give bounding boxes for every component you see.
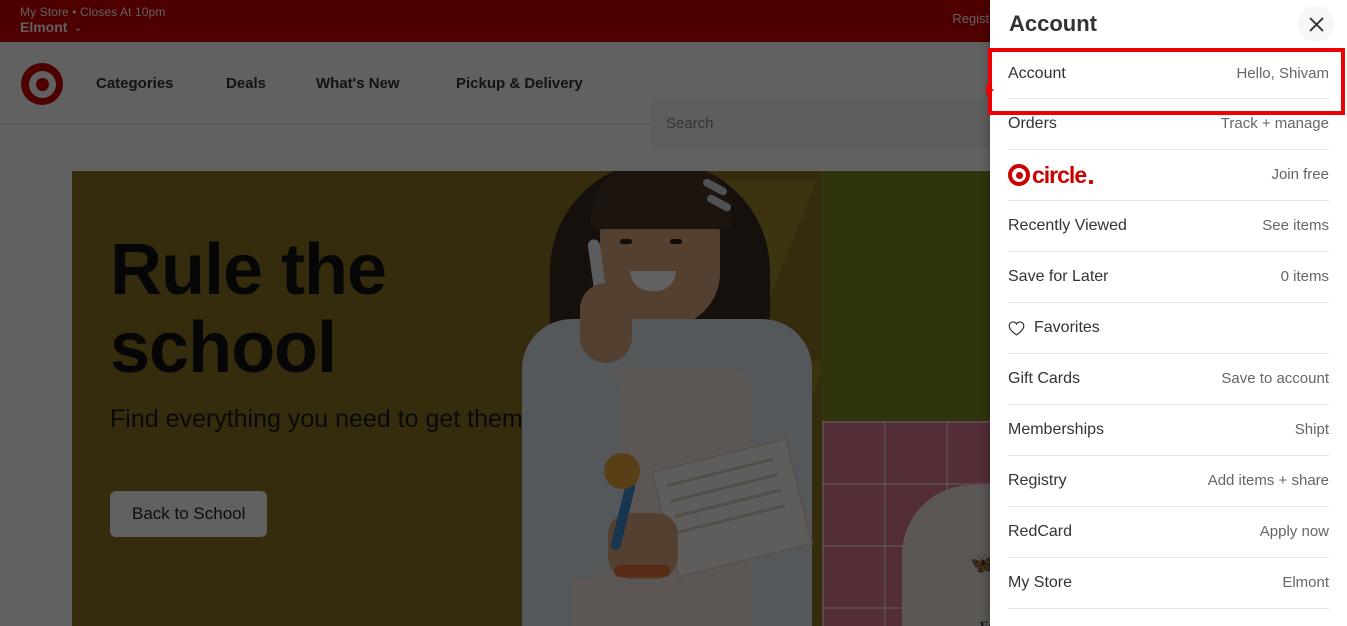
account-menu-row-value: 0 items bbox=[1280, 268, 1329, 285]
account-menu-row-label: Account bbox=[1008, 63, 1066, 85]
target-bullseye-logo-icon[interactable] bbox=[21, 63, 63, 105]
account-menu-row-memberships[interactable]: Memberships Shipt bbox=[1008, 405, 1329, 456]
account-menu-row-label: RedCard bbox=[1008, 521, 1072, 543]
bracelet-prop bbox=[614, 565, 670, 577]
logo-ring bbox=[28, 70, 56, 98]
logo-dot bbox=[35, 77, 49, 91]
account-menu-row-redcard[interactable]: RedCard Apply now bbox=[1008, 507, 1329, 558]
account-menu-row-orders[interactable]: Orders Track + manage bbox=[1008, 99, 1329, 150]
account-menu-row-value: Hello, Shivam bbox=[1236, 64, 1329, 82]
store-name-label: Elmont bbox=[20, 19, 68, 35]
nav-link-deals[interactable]: Deals bbox=[226, 74, 316, 94]
account-menu-row-text: Registry bbox=[1008, 472, 1067, 489]
circle-logo-mark: circle bbox=[1008, 162, 1094, 188]
account-menu-row-text: Orders bbox=[1008, 115, 1057, 132]
close-x-icon bbox=[1309, 17, 1323, 31]
account-menu-row-value: Apply now bbox=[1259, 523, 1329, 540]
model-hand-upper bbox=[580, 283, 632, 363]
account-menu-row-label: Save for Later bbox=[1008, 266, 1109, 288]
account-menu-row-value: Add items + share bbox=[1207, 472, 1329, 489]
account-menu-list: Account Hello, Shivam Orders Track + manage… bbox=[990, 48, 1347, 609]
account-menu-row-value: Shipt bbox=[1294, 421, 1329, 438]
close-panel-button[interactable] bbox=[1298, 6, 1334, 42]
lollipop-prop bbox=[604, 453, 640, 489]
hero-title-line2: school bbox=[110, 308, 337, 388]
account-menu-row-label: Recently Viewed bbox=[1008, 215, 1127, 237]
account-menu-row-text: Account bbox=[1008, 64, 1066, 82]
search-placeholder-label: Search bbox=[666, 115, 714, 132]
account-panel-header: Account bbox=[990, 0, 1347, 48]
account-menu-row-text: My Store bbox=[1008, 574, 1073, 591]
account-panel: Account Account Hello, Shivam Orders Track … bbox=[990, 0, 1347, 626]
heart-icon bbox=[1008, 320, 1025, 337]
circle-trademark-dot bbox=[1089, 180, 1094, 184]
account-menu-row-circle[interactable]: circle Join free bbox=[1008, 150, 1329, 201]
screen: My Store • Closes At 10pm Elmont ⌄ Regist… bbox=[0, 0, 1347, 626]
account-menu-row-label: Registry bbox=[1008, 470, 1067, 492]
hero-title: Rule the school bbox=[110, 230, 387, 388]
hero-title-line1: Rule the bbox=[110, 230, 387, 310]
model-eye-right bbox=[670, 239, 682, 244]
account-menu-row-text: RedCard bbox=[1008, 523, 1073, 540]
nav-link-whats-new[interactable]: What's New bbox=[316, 74, 456, 94]
account-menu-row-label: Favorites bbox=[1008, 317, 1100, 339]
account-menu-row-label: My Store bbox=[1008, 572, 1072, 594]
hero-model-photo bbox=[502, 171, 862, 626]
circle-bullseye-icon bbox=[1008, 164, 1030, 186]
cursor-pointer-marker bbox=[986, 85, 994, 95]
account-menu-row-value: Join free bbox=[1271, 166, 1329, 183]
account-menu-row-my-store[interactable]: My Store Elmont bbox=[1008, 558, 1329, 609]
store-status-text: My Store • Closes At 10pm bbox=[20, 5, 166, 19]
model-eye-left bbox=[620, 239, 632, 244]
account-menu-row-text: Gift Cards bbox=[1008, 370, 1081, 387]
nav-link-pickup-delivery[interactable]: Pickup & Delivery bbox=[456, 74, 616, 94]
account-menu-row-value: Save to account bbox=[1221, 370, 1329, 387]
account-menu-row-registry[interactable]: Registry Add items + share bbox=[1008, 456, 1329, 507]
account-menu-row-text: Memberships bbox=[1008, 421, 1105, 438]
account-menu-row-text: Favorites bbox=[1034, 319, 1100, 336]
account-menu-row-label: Orders bbox=[1008, 113, 1057, 135]
account-menu-row-save-for-later[interactable]: Save for Later 0 items bbox=[1008, 252, 1329, 303]
nav-link-categories[interactable]: Categories bbox=[96, 74, 226, 94]
panel-title: Account bbox=[1009, 11, 1097, 36]
account-menu-row-value: Elmont bbox=[1282, 574, 1329, 591]
account-menu-row-label: Memberships bbox=[1008, 419, 1104, 441]
account-menu-row-text: Save for Later bbox=[1008, 268, 1109, 285]
hero-left-panel: Rule the school Find everything you need… bbox=[72, 171, 827, 626]
chevron-down-icon: ⌄ bbox=[73, 22, 83, 34]
account-menu-row-recently-viewed[interactable]: Recently Viewed See items bbox=[1008, 201, 1329, 252]
store-selector[interactable]: Elmont ⌄ bbox=[20, 19, 83, 37]
account-menu-row-label: Gift Cards bbox=[1008, 368, 1080, 390]
nav-links: Categories Deals What's New Pickup & Del… bbox=[96, 74, 616, 94]
circle-bullseye-dot bbox=[1015, 171, 1023, 179]
target-circle-logo: circle bbox=[1008, 162, 1094, 188]
circle-wordmark: circle bbox=[1032, 162, 1087, 188]
account-menu-row-value: Track + manage bbox=[1220, 115, 1329, 132]
back-to-school-button[interactable]: Back to School bbox=[110, 491, 268, 537]
account-menu-row-text: Recently Viewed bbox=[1008, 217, 1127, 234]
account-menu-row-account[interactable]: Account Hello, Shivam bbox=[1008, 48, 1329, 99]
account-menu-row-favorites[interactable]: Favorites bbox=[1008, 303, 1329, 354]
account-menu-row-gift-cards[interactable]: Gift Cards Save to account bbox=[1008, 354, 1329, 405]
account-menu-row-value: See items bbox=[1262, 217, 1329, 234]
